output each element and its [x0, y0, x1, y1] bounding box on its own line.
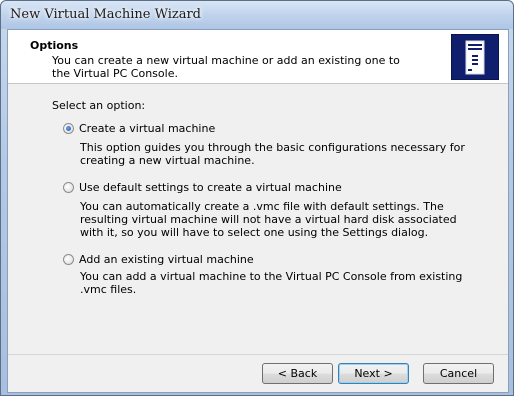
next-button[interactable]: Next > [338, 363, 409, 384]
back-button[interactable]: < Back [262, 363, 333, 384]
option-description: You can add a virtual machine to the Vir… [80, 270, 463, 296]
option-description: You can automatically create a .vmc file… [80, 200, 457, 239]
wizard-content: Options You can create a new virtual mac… [7, 29, 509, 393]
header-title: Options [30, 39, 79, 52]
radio-default-settings[interactable] [63, 182, 74, 193]
select-option-prompt: Select an option: [52, 99, 146, 112]
option-create-vm[interactable]: Create a virtual machine [63, 122, 215, 135]
option-label[interactable]: Create a virtual machine [79, 122, 215, 135]
option-description: This option guides you through the basic… [80, 141, 465, 167]
button-bar: < Back Next > Cancel [8, 354, 508, 393]
header-description: You can create a new virtual machine or … [52, 54, 400, 80]
option-label[interactable]: Use default settings to create a virtual… [79, 181, 342, 194]
window-title: New Virtual Machine Wizard [10, 7, 201, 22]
radio-create-vm[interactable] [63, 123, 74, 134]
virtual-pc-icon [451, 34, 499, 80]
option-add-existing[interactable]: Add an existing virtual machine [63, 253, 254, 266]
cancel-button[interactable]: Cancel [423, 363, 494, 384]
wizard-window: New Virtual Machine Wizard Options You c… [0, 0, 514, 396]
wizard-header: Options You can create a new virtual mac… [8, 30, 508, 84]
option-label[interactable]: Add an existing virtual machine [79, 253, 254, 266]
radio-add-existing[interactable] [63, 254, 74, 265]
title-bar[interactable]: New Virtual Machine Wizard [1, 1, 513, 29]
options-panel: Select an option: Create a virtual machi… [8, 84, 508, 354]
option-default-settings[interactable]: Use default settings to create a virtual… [63, 181, 342, 194]
